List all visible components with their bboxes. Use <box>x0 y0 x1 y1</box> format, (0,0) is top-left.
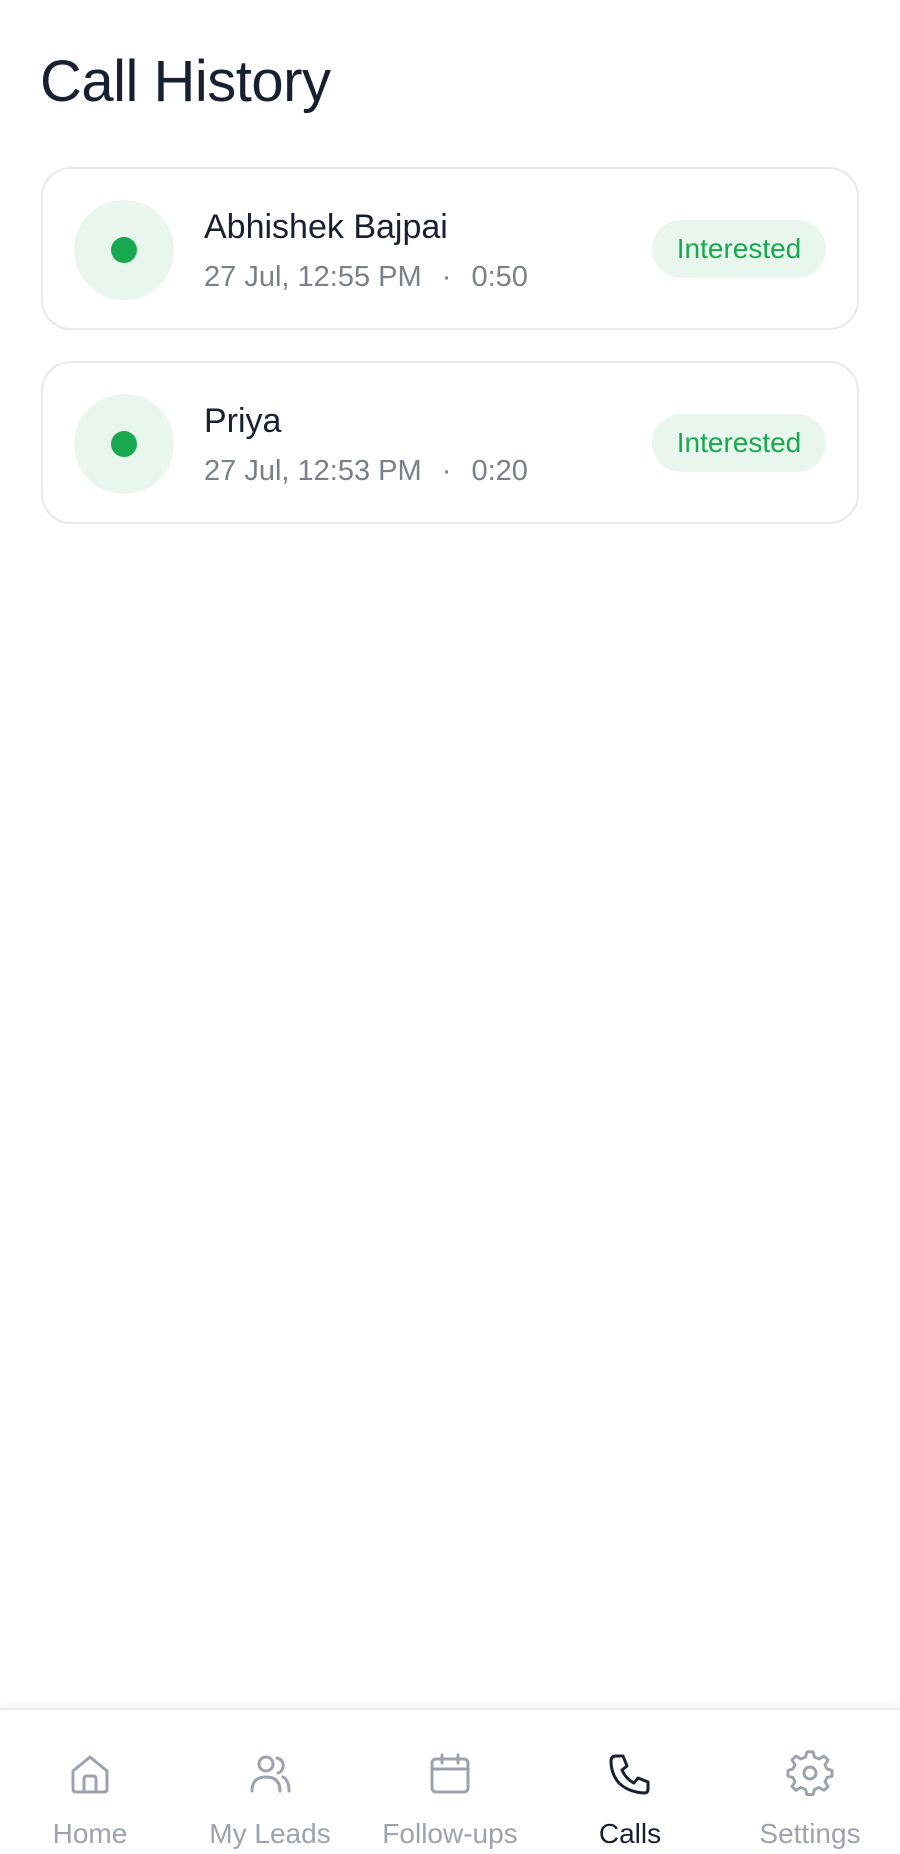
nav-follow-ups-label: Follow-ups <box>382 1818 518 1849</box>
bottom-navigation-bar: Home My Leads Follow-ups Calls Settings <box>0 1708 900 1854</box>
call-status-badge[interactable]: Interested <box>652 220 826 278</box>
caller-name: Abhishek Bajpai <box>204 208 448 246</box>
call-duration: 0:50 <box>471 261 528 293</box>
call-status-badge[interactable]: Interested <box>652 414 826 472</box>
nav-my-leads[interactable]: My Leads <box>180 1710 360 1854</box>
users-icon <box>250 1755 291 1793</box>
call-duration: 0:20 <box>471 455 528 487</box>
detail-separator: · <box>441 455 452 487</box>
call-history-screen: Call History Abhishek Bajpai 27 Jul, 12:… <box>0 0 900 1854</box>
nav-follow-ups[interactable]: Follow-ups <box>360 1710 540 1854</box>
phone-icon <box>609 1754 650 1795</box>
green-status-dot-icon <box>111 237 137 263</box>
call-history-item[interactable]: Priya 27 Jul, 12:53 PM · 0:20 Interested <box>41 361 859 524</box>
green-status-dot-icon <box>111 431 137 457</box>
gear-icon <box>786 1750 834 1797</box>
nav-settings[interactable]: Settings <box>720 1710 900 1854</box>
nav-my-leads-label: My Leads <box>209 1818 331 1849</box>
nav-calls[interactable]: Calls <box>540 1710 720 1854</box>
call-status-indicator <box>74 394 174 494</box>
nav-home-label: Home <box>52 1818 128 1849</box>
nav-home[interactable]: Home <box>0 1710 180 1854</box>
call-details: 27 Jul, 12:55 PM · 0:50 <box>204 260 528 294</box>
call-datetime: 27 Jul, 12:55 PM <box>204 261 422 293</box>
detail-separator: · <box>441 261 452 293</box>
caller-name: Priya <box>204 402 282 440</box>
home-icon <box>71 1755 109 1794</box>
nav-calls-label: Calls <box>598 1818 662 1849</box>
call-details: 27 Jul, 12:53 PM · 0:20 <box>204 454 528 488</box>
call-status-indicator <box>74 200 174 300</box>
page-title: Call History <box>40 49 331 114</box>
nav-settings-label: Settings <box>759 1818 861 1849</box>
call-history-list: Abhishek Bajpai 27 Jul, 12:55 PM · 0:50 … <box>41 167 859 555</box>
call-datetime: 27 Jul, 12:53 PM <box>204 455 422 487</box>
call-history-item[interactable]: Abhishek Bajpai 27 Jul, 12:55 PM · 0:50 … <box>41 167 859 330</box>
calendar-icon <box>430 1753 470 1794</box>
